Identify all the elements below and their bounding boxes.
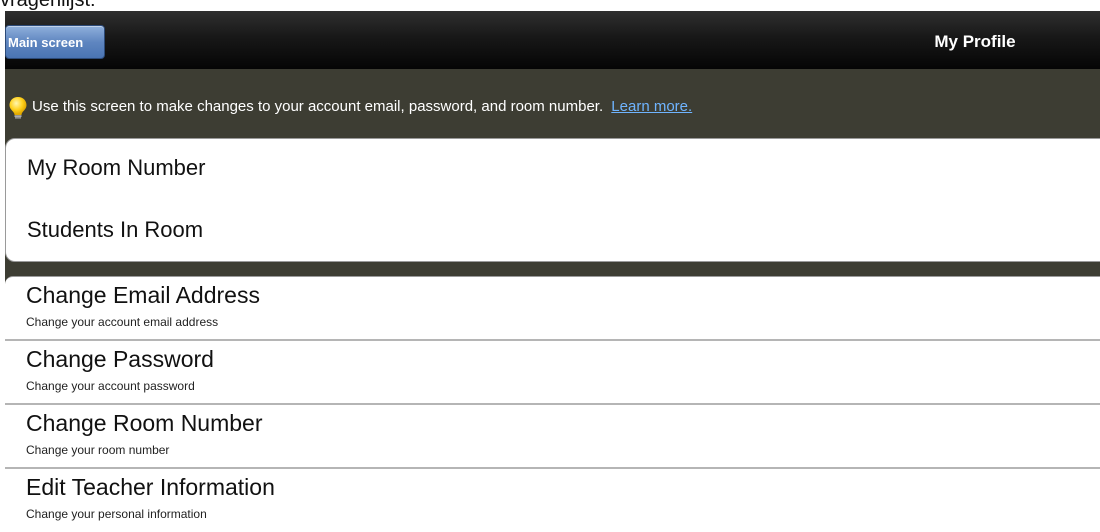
- list-item-title: Edit Teacher Information: [26, 474, 275, 500]
- list-item-title: Change Email Address: [26, 282, 260, 308]
- settings-list: Change Email Address Change your account…: [5, 276, 1100, 532]
- my-room-number-label: My Room Number: [27, 155, 206, 180]
- edit-teacher-information-item[interactable]: Edit Teacher Information Change your per…: [5, 469, 1100, 532]
- list-item-subtitle: Change your personal information: [26, 507, 207, 521]
- list-item-subtitle: Change your room number: [26, 443, 170, 457]
- navigation-bar: Main screen My Profile: [5, 11, 1100, 69]
- room-group: My Room Number Students In Room: [5, 138, 1100, 262]
- students-in-room-label: Students In Room: [27, 217, 204, 242]
- list-item-subtitle: Change your account password: [26, 379, 195, 393]
- my-room-number-row[interactable]: My Room Number: [6, 139, 1100, 201]
- students-in-room-row[interactable]: Students In Room: [6, 201, 1100, 261]
- list-item-subtitle: Change your account email address: [26, 315, 219, 329]
- lightbulb-icon: [8, 96, 28, 120]
- info-message-text: Use this screen to make changes to your …: [32, 98, 604, 115]
- main-screen-button[interactable]: Main screen: [5, 25, 105, 59]
- change-room-number-item[interactable]: Change Room Number Change your room numb…: [5, 405, 1100, 469]
- list-item-title: Change Password: [26, 346, 214, 372]
- learn-more-link[interactable]: Learn more.: [611, 98, 692, 115]
- change-password-item[interactable]: Change Password Change your account pass…: [5, 341, 1100, 405]
- profile-screen: Main screen My Profile Use this screen t…: [5, 11, 1100, 532]
- page-title: My Profile: [934, 32, 1016, 51]
- info-banner: Use this screen to make changes to your …: [5, 69, 1100, 139]
- list-item-title: Change Room Number: [26, 410, 263, 436]
- change-email-item[interactable]: Change Email Address Change your account…: [5, 277, 1100, 341]
- info-message: Use this screen to make changes to your …: [32, 96, 692, 118]
